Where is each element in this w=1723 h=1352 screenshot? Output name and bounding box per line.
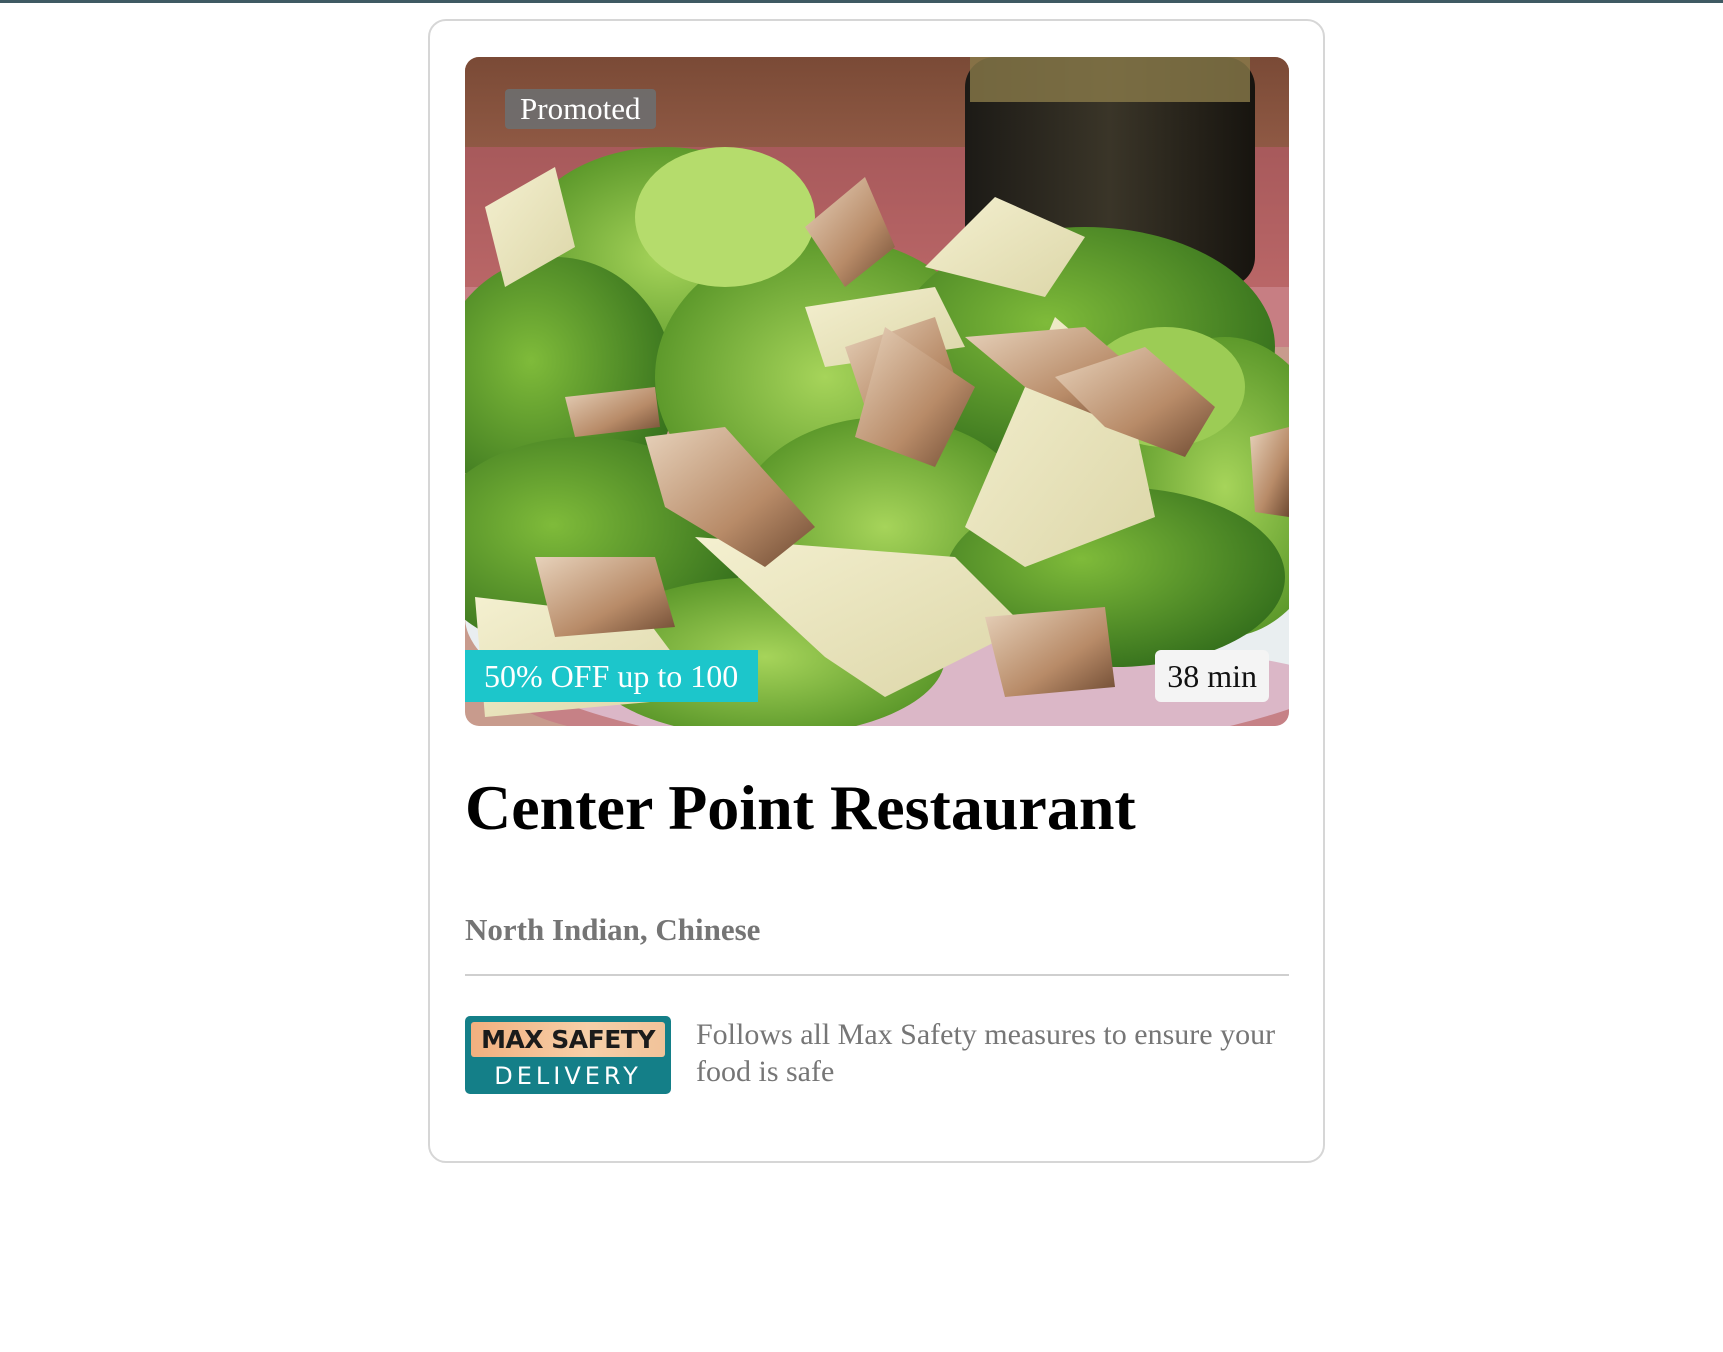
cuisine-list: North Indian, Chinese [465,912,761,947]
divider [465,974,1289,976]
max-safety-logo-bottom: DELIVERY [494,1062,642,1090]
delivery-time-badge: 38 min [1155,650,1269,702]
max-safety-logo-top: MAX SAFETY [471,1022,665,1057]
max-safety-logo: MAX SAFETY DELIVERY [465,1016,671,1094]
salad-photo-icon [465,57,1289,726]
offer-badge: 50% OFF up to 100 [465,650,758,702]
safety-description: Follows all Max Safety measures to ensur… [696,1018,1276,1088]
restaurant-name[interactable]: Center Point Restaurant [465,772,1136,843]
promoted-badge: Promoted [505,89,656,129]
top-accent-bar [0,0,1723,3]
restaurant-card[interactable]: Promoted 50% OFF up to 100 38 min Center… [428,19,1325,1163]
restaurant-image[interactable]: Promoted 50% OFF up to 100 38 min [465,57,1289,726]
